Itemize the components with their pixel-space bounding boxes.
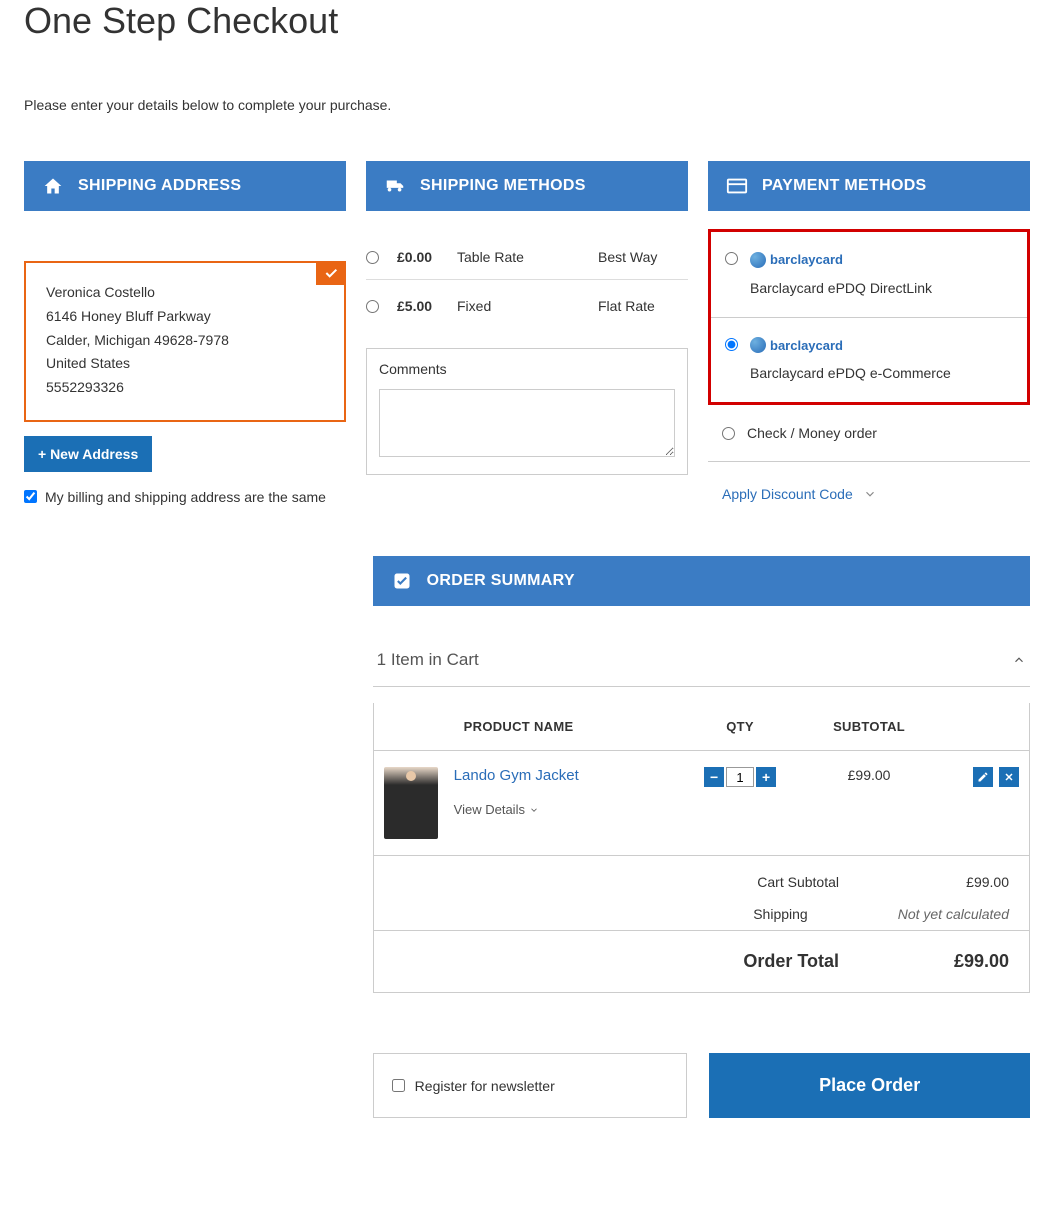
shipping-methods-header-text: SHIPPING METHODS xyxy=(420,177,586,195)
qty-input[interactable] xyxy=(726,767,754,787)
order-total-value: £99.00 xyxy=(929,951,1009,972)
shipping-total-row: Shipping Not yet calculated xyxy=(374,898,1029,930)
shipping-method-carrier: Best Way xyxy=(598,249,688,265)
remove-item-button[interactable] xyxy=(999,767,1019,787)
page-title: One Step Checkout xyxy=(24,0,1030,42)
newsletter-box[interactable]: Register for newsletter xyxy=(373,1053,688,1118)
item-subtotal: £99.00 xyxy=(805,751,934,856)
shipping-method-name: Table Rate xyxy=(457,249,598,265)
payment-method-label: Barclaycard ePDQ e-Commerce xyxy=(750,363,951,384)
product-name-link[interactable]: Lando Gym Jacket xyxy=(454,767,579,784)
comments-label: Comments xyxy=(379,361,447,377)
order-total-row: Order Total £99.00 xyxy=(374,930,1029,992)
shipping-total-label: Shipping xyxy=(753,906,808,922)
cart-count-toggle[interactable]: 1 Item in Cart xyxy=(373,650,1030,687)
card-icon xyxy=(726,175,748,197)
comments-textarea[interactable] xyxy=(379,389,675,457)
address-selected-icon xyxy=(316,261,346,285)
shipping-total-value: Not yet calculated xyxy=(898,906,1009,922)
shipping-method-row[interactable]: £5.00 Fixed Flat Rate xyxy=(366,279,688,328)
page-subtitle: Please enter your details below to compl… xyxy=(24,97,1030,113)
address-country: United States xyxy=(46,352,324,376)
shipping-method-price: £5.00 xyxy=(397,298,457,314)
column-qty: QTY xyxy=(676,703,805,751)
shipping-method-radio[interactable] xyxy=(366,251,379,264)
comments-box: Comments xyxy=(366,348,688,475)
chevron-down-icon xyxy=(863,487,877,501)
payment-methods-header: PAYMENT METHODS xyxy=(708,161,1030,211)
barclaycard-logo: barclaycard xyxy=(750,336,843,356)
shipping-methods-header: SHIPPING METHODS xyxy=(366,161,688,211)
column-product-name: PRODUCT NAME xyxy=(373,703,675,751)
order-summary-header: ORDER SUMMARY xyxy=(373,556,1030,606)
view-details-toggle[interactable]: View Details xyxy=(454,802,579,817)
billing-same-checkbox[interactable] xyxy=(24,490,37,503)
apply-discount-toggle[interactable]: Apply Discount Code xyxy=(708,462,1030,526)
column-subtotal: SUBTOTAL xyxy=(805,703,934,751)
payment-method-label: Check / Money order xyxy=(747,425,877,441)
address-street: 6146 Honey Bluff Parkway xyxy=(46,305,324,329)
shipping-method-carrier: Flat Rate xyxy=(598,298,688,314)
payment-method-radio[interactable] xyxy=(722,427,735,440)
cart-count-text: 1 Item in Cart xyxy=(377,650,479,670)
cart-subtotal-row: Cart Subtotal £99.00 xyxy=(374,856,1029,898)
edit-item-button[interactable] xyxy=(973,767,993,787)
billing-same-checkbox-wrap[interactable]: My billing and shipping address are the … xyxy=(24,488,346,508)
billing-same-label: My billing and shipping address are the … xyxy=(45,488,326,508)
apply-discount-label: Apply Discount Code xyxy=(722,486,853,502)
cart-table: PRODUCT NAME QTY SUBTOTAL Lando Gym Jack… xyxy=(373,703,1030,993)
payment-method-radio[interactable] xyxy=(725,338,738,351)
shipping-method-price: £0.00 xyxy=(397,249,457,265)
cart-subtotal-value: £99.00 xyxy=(929,874,1009,890)
view-details-label: View Details xyxy=(454,802,525,817)
shipping-method-radio[interactable] xyxy=(366,300,379,313)
payment-method-radio[interactable] xyxy=(725,252,738,265)
check-square-icon xyxy=(391,570,413,592)
payment-methods-header-text: PAYMENT METHODS xyxy=(762,177,927,195)
place-order-button[interactable]: Place Order xyxy=(709,1053,1030,1118)
cart-subtotal-label: Cart Subtotal xyxy=(757,874,839,890)
payment-method-row[interactable]: barclaycard Barclaycard ePDQ DirectLink xyxy=(711,232,1027,317)
payment-highlight-box: barclaycard Barclaycard ePDQ DirectLink … xyxy=(708,229,1030,405)
payment-method-row[interactable]: barclaycard Barclaycard ePDQ e-Commerce xyxy=(711,317,1027,403)
shipping-address-header-text: SHIPPING ADDRESS xyxy=(78,177,241,195)
barclaycard-logo: barclaycard xyxy=(750,250,843,270)
qty-decrease-button[interactable]: − xyxy=(704,767,724,787)
newsletter-checkbox[interactable] xyxy=(392,1079,405,1092)
payment-method-row[interactable]: Check / Money order xyxy=(708,411,1030,462)
address-phone: 5552293326 xyxy=(46,376,324,400)
order-total-label: Order Total xyxy=(743,951,839,972)
address-city: Calder, Michigan 49628-7978 xyxy=(46,329,324,353)
address-card[interactable]: Veronica Costello 6146 Honey Bluff Parkw… xyxy=(24,261,346,422)
shipping-address-header: SHIPPING ADDRESS xyxy=(24,161,346,211)
truck-icon xyxy=(384,175,406,197)
chevron-up-icon xyxy=(1012,653,1026,667)
new-address-button[interactable]: + New Address xyxy=(24,436,152,472)
address-name: Veronica Costello xyxy=(46,281,324,305)
cart-item-row: Lando Gym Jacket View Details − + £99.00 xyxy=(373,751,1029,856)
shipping-method-row[interactable]: £0.00 Table Rate Best Way xyxy=(366,239,688,279)
home-icon xyxy=(42,175,64,197)
order-summary-header-text: ORDER SUMMARY xyxy=(427,572,575,590)
qty-increase-button[interactable]: + xyxy=(756,767,776,787)
payment-method-label: Barclaycard ePDQ DirectLink xyxy=(750,278,932,299)
product-image xyxy=(384,767,438,839)
newsletter-label: Register for newsletter xyxy=(415,1078,555,1094)
shipping-method-name: Fixed xyxy=(457,298,598,314)
